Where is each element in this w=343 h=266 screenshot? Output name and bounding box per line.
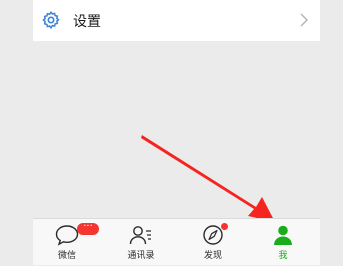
tab-me[interactable]: 我 <box>253 219 313 266</box>
tab-contacts[interactable]: 通讯录 <box>111 219 171 266</box>
tab-label: 微信 <box>57 251 76 261</box>
gear-icon <box>42 11 60 29</box>
tab-label: 我 <box>278 251 288 261</box>
person-icon <box>274 225 292 245</box>
tab-discover[interactable]: 发现 <box>183 219 243 266</box>
new-dot-badge <box>221 223 228 230</box>
bottom-tab-bar: ··· 微信 通讯录 发现 我 <box>33 218 320 265</box>
contacts-icon <box>129 226 151 245</box>
settings-row[interactable]: 设置 <box>33 0 320 41</box>
unread-badge: ··· <box>77 221 99 235</box>
tab-wechat[interactable]: ··· 微信 <box>37 219 99 266</box>
tab-label: 通讯录 <box>127 251 155 261</box>
settings-label: 设置 <box>73 14 101 30</box>
tab-label: 发现 <box>203 251 222 261</box>
chevron-right-icon <box>300 13 308 27</box>
